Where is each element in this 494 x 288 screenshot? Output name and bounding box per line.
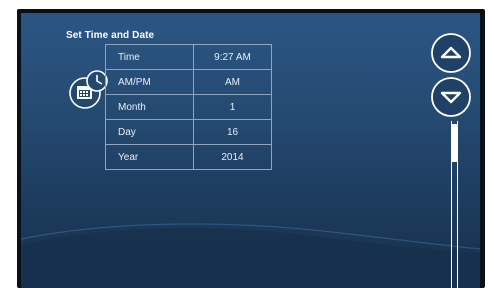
thermostat-screen: Set Time and Date Time 9:27 AM AM/PM AM … bbox=[21, 13, 480, 288]
table-row[interactable]: Day 16 bbox=[105, 119, 272, 145]
scroll-up-button[interactable] bbox=[430, 32, 472, 74]
row-value[interactable]: AM bbox=[193, 69, 272, 95]
row-value[interactable]: 16 bbox=[193, 119, 272, 145]
row-value[interactable]: 2014 bbox=[193, 144, 272, 170]
scrollbar-thumb bbox=[452, 124, 457, 162]
table-row[interactable]: AM/PM AM bbox=[105, 69, 272, 95]
page-title: Set Time and Date bbox=[66, 30, 155, 41]
row-label: Day bbox=[105, 119, 194, 145]
row-label: AM/PM bbox=[105, 69, 194, 95]
row-label: Year bbox=[105, 144, 194, 170]
scrollbar[interactable] bbox=[450, 121, 459, 288]
scroll-down-button[interactable] bbox=[430, 76, 472, 118]
time-date-table: Time 9:27 AM AM/PM AM Month 1 Day 16 Yea… bbox=[105, 44, 272, 170]
row-value[interactable]: 9:27 AM bbox=[193, 44, 272, 70]
table-row[interactable]: Year 2014 bbox=[105, 144, 272, 170]
table-row[interactable]: Month 1 bbox=[105, 94, 272, 120]
row-value[interactable]: 1 bbox=[193, 94, 272, 120]
row-label: Month bbox=[105, 94, 194, 120]
table-row[interactable]: Time 9:27 AM bbox=[105, 44, 272, 70]
row-label: Time bbox=[105, 44, 194, 70]
